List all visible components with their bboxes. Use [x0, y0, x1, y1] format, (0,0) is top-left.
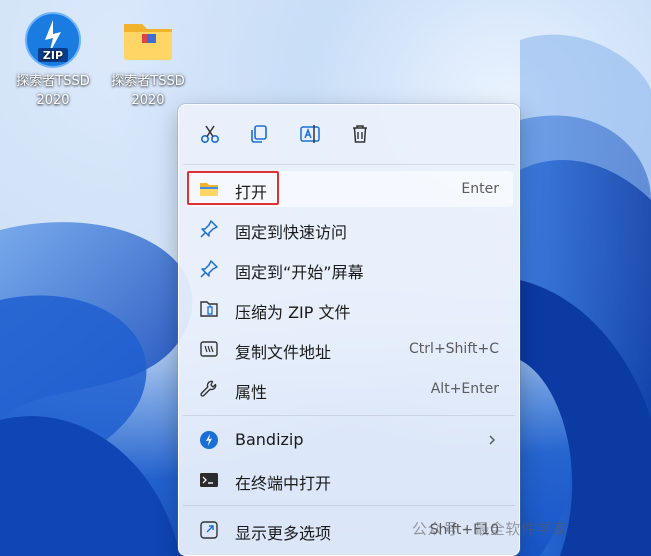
- menu-item-label: 固定到快速访问: [235, 223, 348, 242]
- terminal-icon: [200, 473, 218, 487]
- menu-item-shortcut: Ctrl+Shift+C: [409, 341, 499, 357]
- zip-file-icon: [200, 301, 218, 317]
- menu-item-properties[interactable]: 属性 Alt+Enter: [187, 371, 513, 407]
- watermark: 公众号 · 最全软件学家: [412, 520, 568, 538]
- menu-item-label: Bandizip: [235, 430, 304, 449]
- more-options-icon: [200, 521, 218, 539]
- context-menu-toolbar: [179, 105, 519, 163]
- menu-item-label: 压缩为 ZIP 文件: [235, 303, 351, 322]
- menu-item-label: 固定到“开始”屏幕: [235, 263, 364, 282]
- wrench-icon: [200, 380, 217, 397]
- desktop-icon-label-line1: 探索者TSSD: [16, 74, 90, 89]
- menu-item-label: 复制文件地址: [235, 343, 332, 362]
- menu-item-pin-start[interactable]: 固定到“开始”屏幕: [187, 251, 513, 287]
- desktop-icon-label-line2: 2020: [36, 93, 70, 108]
- cut-button[interactable]: [196, 120, 224, 148]
- menu-item-label: 在终端中打开: [235, 474, 332, 493]
- pin-icon: [200, 260, 218, 278]
- menu-item-label: 显示更多选项: [235, 524, 332, 543]
- menu-divider: [183, 505, 515, 506]
- desktop-icon-tssd-folder[interactable]: 探索者TSSD 2020: [103, 10, 193, 110]
- menu-item-label: 属性: [235, 383, 268, 402]
- menu-divider: [183, 415, 515, 416]
- menu-item-shortcut: Alt+Enter: [430, 381, 499, 397]
- menu-item-shortcut: Enter: [461, 181, 499, 197]
- trash-icon: [353, 125, 367, 143]
- chevron-right-icon: [489, 435, 495, 445]
- rename-icon: [300, 125, 320, 143]
- menu-item-copy-path[interactable]: 复制文件地址 Ctrl+Shift+C: [187, 331, 513, 367]
- menu-item-open-terminal[interactable]: 在终端中打开: [187, 462, 513, 498]
- bandizip-icon: [200, 431, 218, 449]
- pin-icon: [200, 220, 218, 238]
- svg-text:ZIP: ZIP: [43, 49, 63, 62]
- delete-button[interactable]: [346, 120, 374, 148]
- zip-archive-icon: ZIP: [25, 12, 81, 68]
- copy-path-icon: [200, 341, 218, 357]
- folder-icon: [124, 24, 172, 60]
- highlight-box: [187, 171, 279, 205]
- menu-item-compress-zip[interactable]: 压缩为 ZIP 文件: [187, 291, 513, 327]
- rename-button[interactable]: [296, 120, 324, 148]
- scissors-icon: [200, 125, 220, 144]
- menu-item-pin-quick-access[interactable]: 固定到快速访问: [187, 211, 513, 247]
- desktop-icon-label-line1: 探索者TSSD: [111, 74, 185, 89]
- menu-divider: [183, 164, 515, 165]
- desktop-icon-tssd-zip[interactable]: ZIP 探索者TSSD 2020: [8, 10, 98, 110]
- menu-item-bandizip[interactable]: Bandizip: [187, 422, 513, 458]
- copy-button[interactable]: [245, 120, 273, 148]
- copy-icon: [251, 125, 267, 143]
